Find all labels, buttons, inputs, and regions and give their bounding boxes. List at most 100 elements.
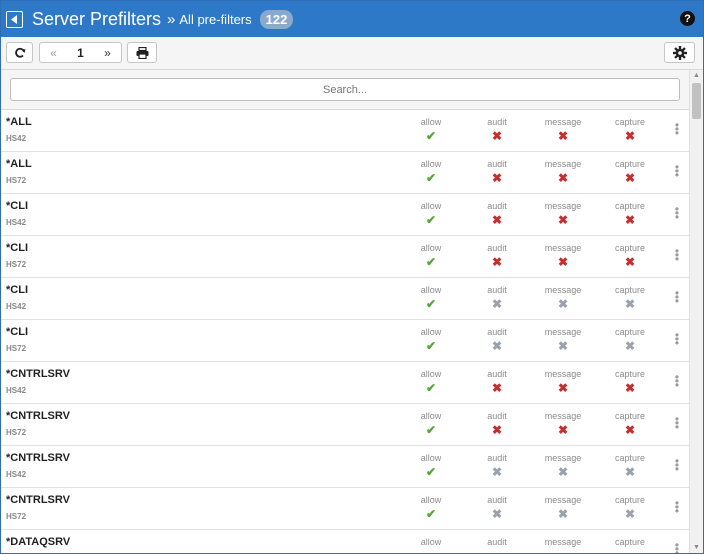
message-cell: message ✖ bbox=[533, 453, 593, 479]
help-icon[interactable]: ? bbox=[680, 11, 695, 26]
list-item[interactable]: *CNTRLSRV HS72 allow ✔ audit ✖ message ✖ capture… bbox=[1, 404, 689, 446]
settings-button[interactable] bbox=[664, 42, 695, 63]
audit-label: audit bbox=[487, 411, 507, 421]
allow-cell: allow ✔ bbox=[401, 369, 461, 395]
list-item[interactable]: *CLI HS72 allow ✔ audit ✖ message ✖ capture ✖ • • • bbox=[1, 236, 689, 278]
prefilter-name: *ALL bbox=[6, 116, 32, 128]
title-bar: Server Prefilters » All pre-filters 122 … bbox=[1, 1, 703, 37]
list-item[interactable]: *CNTRLSRV HS72 allow ✔ audit ✖ message ✖ capture… bbox=[1, 488, 689, 530]
check-icon: ✔ bbox=[425, 297, 437, 311]
list-item[interactable]: *ALL HS42 allow ✔ audit ✖ message ✖ capture ✖ • • • bbox=[1, 110, 689, 152]
cross-icon: ✖ bbox=[624, 213, 636, 227]
allow-label: allow bbox=[420, 411, 442, 421]
gear-icon bbox=[672, 45, 687, 60]
capture-cell: capture ✖ bbox=[600, 453, 660, 479]
message-cell: message ✖ bbox=[533, 327, 593, 353]
list-item[interactable]: *CLI HS42 allow ✔ audit ✖ message ✖ capture ✖ • • • bbox=[1, 194, 689, 236]
row-menu-icon[interactable]: • • • bbox=[673, 371, 681, 391]
refresh-icon bbox=[14, 47, 25, 58]
message-cell: message bbox=[533, 537, 593, 547]
prefilter-system: HS42 bbox=[6, 470, 27, 479]
message-cell: message ✖ bbox=[533, 159, 593, 185]
cross-icon: ✖ bbox=[557, 129, 569, 143]
back-button[interactable] bbox=[6, 10, 23, 28]
list-item[interactable]: *CNTRLSRV HS42 allow ✔ audit ✖ message ✖ capture… bbox=[1, 362, 689, 404]
cross-icon: ✖ bbox=[491, 381, 503, 395]
scrollbar[interactable]: ▲ ▼ bbox=[689, 70, 703, 553]
capture-label: capture bbox=[614, 537, 646, 547]
prefilter-list: *ALL HS42 allow ✔ audit ✖ message ✖ capture ✖ • • • *… bbox=[1, 110, 689, 553]
prefilter-system: HS42 bbox=[6, 302, 27, 311]
row-menu-icon[interactable]: • • • bbox=[673, 161, 681, 181]
capture-cell: capture bbox=[600, 537, 660, 547]
check-icon: ✔ bbox=[425, 129, 437, 143]
row-menu-icon[interactable]: • • • bbox=[673, 455, 681, 475]
check-icon: ✔ bbox=[425, 507, 437, 521]
message-cell: message ✖ bbox=[533, 411, 593, 437]
refresh-button[interactable] bbox=[6, 42, 33, 63]
allow-label: allow bbox=[420, 453, 442, 463]
allow-cell: allow ✔ bbox=[401, 411, 461, 437]
row-menu-icon[interactable]: • • • bbox=[673, 413, 681, 433]
cross-icon: ✖ bbox=[491, 171, 503, 185]
allow-label: allow bbox=[420, 159, 442, 169]
capture-cell: capture ✖ bbox=[600, 285, 660, 311]
list-item[interactable]: *DATAQSRV allow audit message capture • • • bbox=[1, 530, 689, 553]
prefilter-name: *CNTRLSRV bbox=[6, 494, 70, 506]
scroll-up-icon[interactable]: ▲ bbox=[693, 72, 700, 79]
list-item[interactable]: *CNTRLSRV HS42 allow ✔ audit ✖ message ✖ capture… bbox=[1, 446, 689, 488]
breadcrumb-current[interactable]: All pre-filters bbox=[179, 12, 251, 27]
row-menu-icon[interactable]: • • • bbox=[673, 497, 681, 517]
audit-label: audit bbox=[487, 453, 507, 463]
cross-icon: ✖ bbox=[557, 381, 569, 395]
message-cell: message ✖ bbox=[533, 495, 593, 521]
row-menu-icon[interactable]: • • • bbox=[673, 287, 681, 307]
cross-icon: ✖ bbox=[491, 297, 503, 311]
prefilter-name: *CNTRLSRV bbox=[6, 368, 70, 380]
allow-label: allow bbox=[420, 285, 442, 295]
check-icon: ✔ bbox=[425, 465, 437, 479]
capture-label: capture bbox=[614, 117, 646, 127]
prefilter-system: HS72 bbox=[6, 512, 27, 521]
cross-icon: ✖ bbox=[491, 255, 503, 269]
audit-label: audit bbox=[487, 327, 507, 337]
message-label: message bbox=[544, 537, 582, 547]
audit-cell: audit ✖ bbox=[467, 369, 527, 395]
row-menu-icon[interactable]: • • • bbox=[673, 245, 681, 265]
allow-cell: allow ✔ bbox=[401, 117, 461, 143]
list-item[interactable]: *CLI HS72 allow ✔ audit ✖ message ✖ capture ✖ • • • bbox=[1, 320, 689, 362]
first-page-button[interactable]: « bbox=[40, 46, 67, 60]
check-icon: ✔ bbox=[425, 339, 437, 353]
prefilter-name: *CNTRLSRV bbox=[6, 452, 70, 464]
prefilter-system: HS72 bbox=[6, 176, 27, 185]
audit-cell: audit ✖ bbox=[467, 327, 527, 353]
message-label: message bbox=[544, 285, 582, 295]
allow-cell: allow bbox=[401, 537, 461, 547]
list-item[interactable]: *ALL HS72 allow ✔ audit ✖ message ✖ capture ✖ • • • bbox=[1, 152, 689, 194]
row-menu-icon[interactable]: • • • bbox=[673, 119, 681, 139]
allow-cell: allow ✔ bbox=[401, 453, 461, 479]
message-label: message bbox=[544, 327, 582, 337]
list-item[interactable]: *CLI HS42 allow ✔ audit ✖ message ✖ capture ✖ • • • bbox=[1, 278, 689, 320]
capture-label: capture bbox=[614, 369, 646, 379]
toolbar: « 1 » bbox=[1, 37, 703, 70]
next-page-button[interactable]: » bbox=[94, 46, 121, 60]
cross-icon: ✖ bbox=[491, 213, 503, 227]
capture-label: capture bbox=[614, 495, 646, 505]
row-menu-icon[interactable]: • • • bbox=[673, 203, 681, 223]
print-button[interactable] bbox=[127, 42, 157, 63]
message-label: message bbox=[544, 117, 582, 127]
capture-label: capture bbox=[614, 201, 646, 211]
row-menu-icon[interactable]: • • • bbox=[673, 329, 681, 349]
message-cell: message ✖ bbox=[533, 369, 593, 395]
search-input[interactable] bbox=[10, 78, 680, 101]
prefilter-system: HS42 bbox=[6, 134, 27, 143]
row-menu-icon[interactable]: • • • bbox=[673, 539, 681, 553]
page-title: Server Prefilters bbox=[32, 8, 162, 29]
scroll-thumb[interactable] bbox=[692, 83, 701, 119]
check-icon: ✔ bbox=[425, 213, 437, 227]
prefilter-system: HS72 bbox=[6, 344, 27, 353]
prefilter-system: HS42 bbox=[6, 386, 27, 395]
collapse-left-icon bbox=[11, 14, 17, 24]
scroll-down-icon[interactable]: ▼ bbox=[693, 544, 700, 551]
